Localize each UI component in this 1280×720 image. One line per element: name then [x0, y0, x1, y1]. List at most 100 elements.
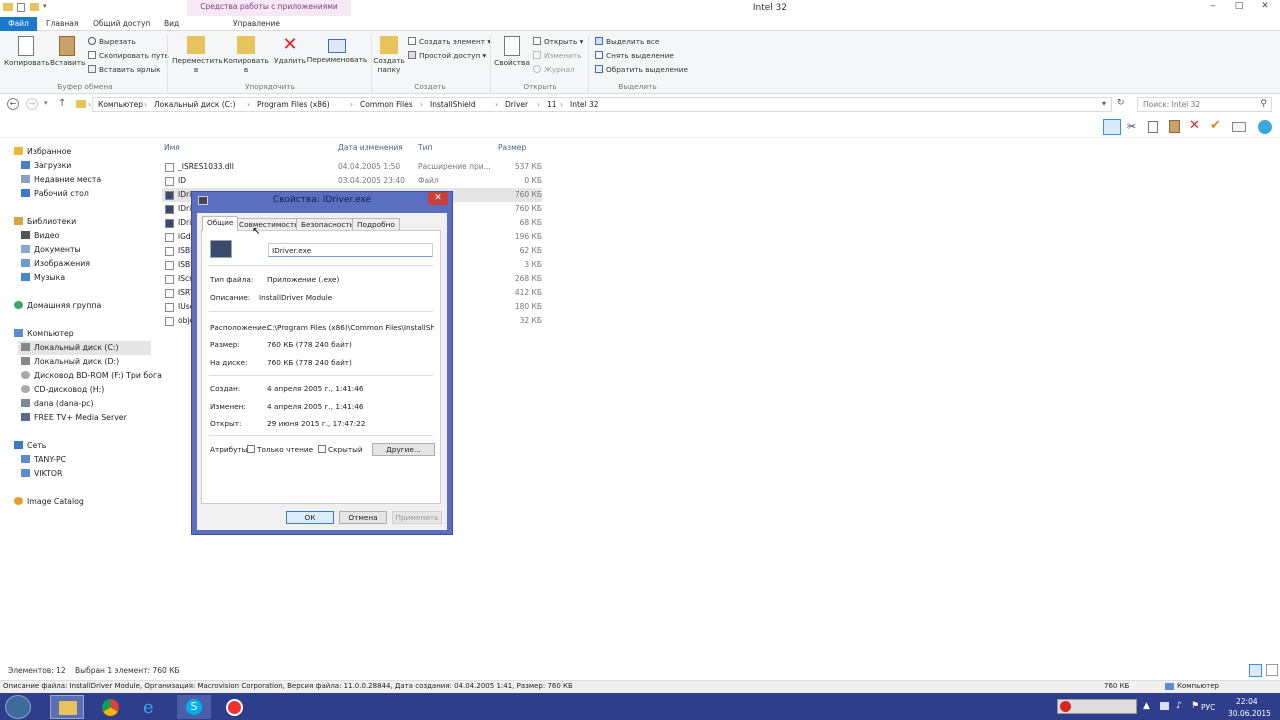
quick-access-new-folder-icon[interactable] [30, 3, 39, 11]
paste-shortcut-button[interactable]: Вставить ярлык [88, 64, 161, 75]
properties-button[interactable]: Свойства [492, 36, 532, 67]
breadcrumb-item[interactable]: Компьютер [98, 100, 143, 109]
nav-video[interactable]: Видео [21, 229, 59, 243]
tray-language[interactable]: РУС [1201, 703, 1215, 712]
breadcrumb-separator[interactable]: › [88, 100, 91, 109]
apply-button[interactable]: Применить [392, 511, 442, 524]
taskbar-recorder[interactable] [218, 695, 252, 719]
checkmark-icon[interactable]: ✔ [1210, 118, 1221, 133]
paste-icon[interactable] [1169, 120, 1180, 133]
nav-dana[interactable]: dana (dana-pc) [21, 397, 94, 411]
nav-drive-d[interactable]: Локальный диск (D:) [21, 355, 119, 369]
breadcrumb-separator[interactable]: › [495, 100, 498, 109]
start-button[interactable] [5, 695, 31, 719]
easy-access-button[interactable]: Простой доступ ▾ [408, 50, 486, 61]
forward-arrow-icon[interactable]: → [26, 98, 38, 110]
refresh-icon[interactable]: ↻ [1117, 98, 1125, 108]
globe-icon[interactable] [1258, 120, 1272, 134]
column-header-date[interactable]: Дата изменения [338, 143, 403, 152]
file-name[interactable]: IDri [178, 202, 191, 216]
nav-favorites[interactable]: Избранное [14, 145, 71, 159]
breadcrumb-separator[interactable]: › [350, 100, 353, 109]
cancel-button[interactable]: Отмена [339, 511, 387, 524]
select-all-button[interactable]: Выделить все [595, 36, 659, 47]
nav-desktop[interactable]: Рабочий стол [21, 187, 89, 201]
large-icons-view-icon[interactable] [1266, 664, 1278, 676]
tray-time[interactable]: 22:04 [1236, 697, 1258, 706]
tab-file[interactable]: Файл [0, 17, 37, 31]
back-arrow-icon[interactable]: ← [7, 98, 19, 110]
tab-share[interactable]: Общий доступ [86, 17, 157, 31]
tray-network-icon[interactable] [1160, 702, 1169, 710]
nav-freetv[interactable]: FREE TV+ Media Server [21, 411, 127, 425]
breadcrumb-item[interactable]: Common Files [360, 100, 413, 109]
nav-drive-f[interactable]: Дисковод BD-ROM (F:) Три бога [21, 369, 162, 383]
address-box[interactable] [92, 97, 1112, 112]
invert-selection-button[interactable]: Обратить выделение [595, 64, 688, 75]
other-attributes-button[interactable]: Другие... [372, 443, 435, 456]
history-dropdown-icon[interactable]: ▾ [44, 99, 48, 107]
taskbar-explorer[interactable] [50, 695, 84, 719]
nav-drive-c[interactable]: Локальный диск (C:) [18, 341, 151, 355]
breadcrumb-item[interactable]: Intel 32 [570, 100, 599, 109]
new-folder-button[interactable]: Создать папку [372, 36, 406, 74]
file-name[interactable]: IDri [178, 216, 191, 230]
search-input[interactable]: Поиск: Intel 32 ⚲ [1137, 97, 1272, 112]
file-name[interactable]: ID [178, 174, 186, 188]
cut-icon[interactable]: ✂ [1127, 120, 1136, 133]
filename-input[interactable]: IDriver.exe [268, 243, 433, 257]
nav-music[interactable]: Музыка [21, 271, 65, 285]
nav-tany[interactable]: TANY-PC [21, 453, 66, 467]
copy-button[interactable]: Копировать [4, 36, 50, 67]
preview-pane-icon[interactable] [1103, 119, 1121, 135]
nav-network[interactable]: Сеть [14, 439, 46, 453]
tab-manage[interactable]: Управление [226, 17, 287, 31]
tray-date[interactable]: 30.06.2015 [1228, 709, 1271, 718]
column-header-name[interactable]: Имя [164, 143, 180, 152]
delete-icon[interactable]: ✕ [1189, 118, 1200, 133]
address-dropdown-icon[interactable]: ▾ [1102, 99, 1106, 108]
readonly-checkbox[interactable]: Только чтение [247, 445, 313, 454]
breadcrumb-item[interactable]: Driver [505, 100, 528, 109]
quick-access-dropdown-icon[interactable]: ▾ [43, 2, 47, 10]
hidden-checkbox[interactable]: Скрытый [318, 445, 363, 454]
nav-libraries[interactable]: Библиотеки [14, 215, 76, 229]
taskbar-skype[interactable]: S [177, 695, 211, 719]
recording-toolbar[interactable] [1057, 699, 1137, 714]
file-name[interactable]: IDri [178, 188, 191, 202]
dialog-close-button[interactable]: ✕ [428, 192, 448, 205]
paste-button[interactable]: Вставить [50, 36, 85, 67]
edit-button[interactable]: Изменить [533, 50, 581, 61]
tray-up-arrow-icon[interactable]: ▲ [1143, 701, 1150, 711]
file-name[interactable]: _ISRES1033.dll [178, 160, 234, 174]
move-to-button[interactable]: Переместить в [172, 36, 223, 74]
tab-view[interactable]: Вид [157, 17, 186, 31]
taskbar-ie[interactable]: e [135, 695, 169, 719]
breadcrumb-separator[interactable]: › [247, 100, 250, 109]
cut-button[interactable]: Вырезать [88, 36, 136, 47]
nav-drive-h[interactable]: CD-дисковод (H:) [21, 383, 104, 397]
nav-viktor[interactable]: VIKTOR [21, 467, 62, 481]
quick-access-properties-icon[interactable] [17, 3, 25, 12]
details-view-icon[interactable] [1249, 664, 1262, 677]
tray-flag-icon[interactable]: ⚑ [1191, 701, 1199, 711]
copy-to-button[interactable]: Копировать в [222, 36, 270, 74]
history-button[interactable]: Журнал [533, 64, 575, 75]
nav-images[interactable]: Изображения [21, 257, 90, 271]
rename-button[interactable]: Переименовать [305, 36, 369, 64]
maximize-button[interactable]: □ [1228, 1, 1250, 13]
nav-recent[interactable]: Недавние места [21, 173, 101, 187]
rename-icon[interactable] [1232, 122, 1246, 132]
nav-downloads[interactable]: Загрузки [21, 159, 71, 173]
taskbar-chrome[interactable] [94, 695, 128, 719]
column-header-size[interactable]: Размер [498, 143, 526, 152]
nav-image-catalog[interactable]: Image Catalog [14, 495, 84, 509]
delete-button[interactable]: ✕ Удалить [272, 36, 308, 66]
breadcrumb-item[interactable]: Program Files (x86) [257, 100, 330, 109]
minimize-button[interactable]: ‒ [1202, 1, 1224, 13]
select-none-button[interactable]: Снять выделение [595, 50, 674, 61]
nav-computer[interactable]: Компьютер [14, 327, 74, 341]
ok-button[interactable]: ОК [286, 511, 334, 524]
breadcrumb-separator[interactable]: › [144, 100, 147, 109]
close-button[interactable]: ✕ [1254, 1, 1276, 13]
